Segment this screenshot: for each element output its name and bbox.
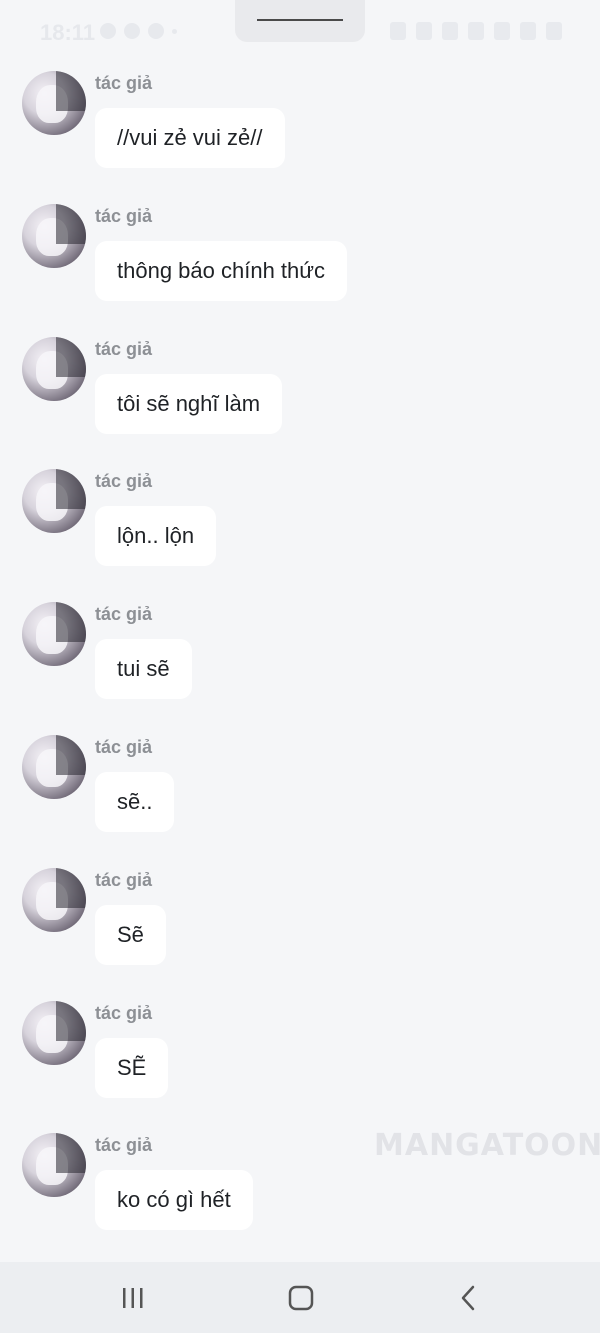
notification-icons [100,23,177,39]
mangatoon-watermark: MANGATOON [374,1128,600,1163]
author-avatar[interactable] [22,1000,86,1065]
author-name: tác giả [95,1002,153,1023]
status-time: 18:11 [40,20,96,45]
message-bubble: tui sẽ [95,639,192,700]
author-avatar[interactable] [22,203,86,268]
alarm-icon [416,22,432,40]
author-avatar[interactable] [22,734,86,799]
message-bubble: thông báo chính thức [95,240,347,301]
author-name: tác giả [95,471,153,492]
message-bubble: Sẽ [95,904,166,965]
more-notifications-icon [172,29,177,34]
navigation-bar [0,1262,600,1333]
signal-icon [520,22,536,40]
battery-icon [546,22,562,40]
message-bubble: lộn.. lộn [95,506,217,567]
message-item: tác giả //vui zẻ vui zẻ// [0,69,600,202]
recent-apps-button[interactable] [93,1262,173,1333]
author-avatar[interactable] [22,1133,86,1198]
message-item: tác giả Sẽ [0,866,600,999]
back-icon [461,1285,475,1310]
message-bubble: ko có gì hết [95,1170,253,1231]
app-notification-icon [148,23,164,39]
message-list[interactable]: tác giả //vui zẻ vui zẻ// tác giả thông … [0,69,600,1264]
recent-apps-icon [123,1287,143,1308]
message-item: tác giả thông báo chính thức [0,202,600,335]
battery-saver-icon [390,22,406,40]
author-avatar[interactable] [22,469,86,534]
author-name: tác giả [95,73,153,93]
author-avatar[interactable] [22,336,86,401]
author-name: tác giả [95,205,153,226]
author-name: tác giả [95,736,153,757]
messenger-icon [124,23,140,39]
message-bubble: tôi sẽ nghĩ làm [95,373,283,434]
messenger-icon [100,23,116,39]
message-bubble: //vui zẻ vui zẻ// [95,108,285,168]
author-avatar[interactable] [22,602,86,667]
message-item: tác giả lộn.. lộn [0,467,600,600]
message-item: tác giả tôi sẽ nghĩ làm [0,335,600,468]
data-icon [494,22,510,40]
author-name: tác giả [95,1135,153,1156]
author-name: tác giả [95,604,153,625]
author-avatar[interactable] [22,71,86,135]
home-icon [288,1285,314,1310]
message-item: tác giả tui sẽ [0,600,600,733]
drag-handle-bar [257,19,343,21]
author-name: tác giả [95,869,153,890]
message-bubble: SẼ [95,1037,169,1098]
author-avatar[interactable] [22,867,86,932]
message-item: tác giả SẼ [0,999,600,1132]
message-item: tác giả sẽ.. [0,733,600,866]
back-button[interactable] [429,1262,509,1333]
drag-handle[interactable] [235,0,365,42]
mute-icon [442,22,458,40]
wifi-icon [468,22,484,40]
message-bubble: sẽ.. [95,771,175,832]
author-name: tác giả [95,338,153,359]
system-icons [390,22,562,40]
home-button[interactable] [261,1262,341,1333]
